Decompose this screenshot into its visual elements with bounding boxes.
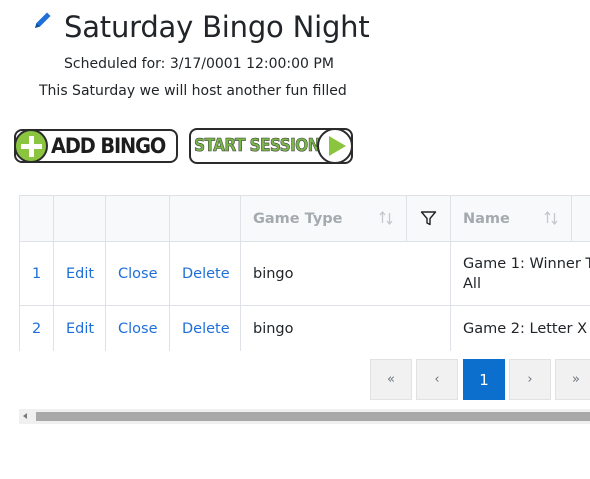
- header-cell-index: [19, 195, 54, 242]
- header-row: Game Type Name: [19, 195, 590, 242]
- title-row: Saturday Bingo Night: [32, 10, 370, 44]
- add-bingo-label: ADD BINGO: [51, 134, 166, 158]
- plus-icon: [14, 129, 48, 163]
- scrollbar-thumb[interactable]: [36, 412, 590, 421]
- table-row: 2 Edit Close Delete bingo Game 2: Letter…: [19, 305, 590, 351]
- start-session-label: START SESSION: [194, 135, 321, 157]
- header-name-label: Name: [463, 210, 510, 227]
- next-page-button[interactable]: ›: [509, 359, 551, 400]
- row-number-link[interactable]: 1: [32, 266, 41, 282]
- delete-link[interactable]: Delete: [182, 321, 230, 337]
- header-game-type-label: Game Type: [253, 210, 343, 227]
- previous-page-button[interactable]: ‹: [416, 359, 458, 400]
- close-link[interactable]: Close: [118, 266, 158, 282]
- event-description: This Saturday we will host another fun f…: [39, 83, 347, 99]
- header-cell-delete: [169, 195, 241, 242]
- first-page-button[interactable]: «: [370, 359, 412, 400]
- edit-link[interactable]: Edit: [66, 321, 94, 337]
- page-1-button[interactable]: 1: [463, 359, 505, 400]
- filter-game-type[interactable]: [406, 195, 451, 242]
- header-cell-close: [105, 195, 170, 242]
- game-name-cell: Game 2: Letter X: [450, 305, 590, 351]
- game-name-cell: Game 1: Winner Take All: [450, 241, 590, 306]
- delete-link[interactable]: Delete: [182, 266, 230, 282]
- header-name[interactable]: Name: [450, 195, 572, 242]
- filter-name[interactable]: [571, 195, 590, 242]
- last-page-button[interactable]: »: [555, 359, 590, 400]
- row-number-link[interactable]: 2: [32, 321, 41, 337]
- close-link[interactable]: Close: [118, 321, 158, 337]
- sort-icon[interactable]: [543, 210, 559, 226]
- add-bingo-button[interactable]: ADD BINGO: [14, 129, 178, 163]
- page-title: Saturday Bingo Night: [64, 10, 370, 44]
- edit-link[interactable]: Edit: [66, 266, 94, 282]
- scheduled-date: Scheduled for: 3/17/0001 12:00:00 PM: [64, 56, 334, 72]
- play-icon: [317, 128, 353, 164]
- games-table: Game Type Name 1 Edit Close Delete bingo…: [19, 195, 590, 351]
- header-game-type[interactable]: Game Type: [240, 195, 407, 242]
- pencil-icon[interactable]: [32, 9, 54, 31]
- horizontal-scrollbar[interactable]: [19, 409, 590, 424]
- game-type-cell: bingo: [240, 305, 451, 351]
- table-row: 1 Edit Close Delete bingo Game 1: Winner…: [19, 241, 590, 306]
- filter-icon[interactable]: [420, 210, 437, 227]
- sort-icon[interactable]: [378, 210, 394, 226]
- game-type-cell: bingo: [240, 241, 451, 306]
- header-cell-edit: [53, 195, 106, 242]
- start-session-button[interactable]: START SESSION: [189, 128, 353, 164]
- scroll-left-arrow-icon[interactable]: [23, 413, 27, 419]
- games-grid: Game Type Name 1 Edit Close Delete bingo…: [19, 195, 590, 351]
